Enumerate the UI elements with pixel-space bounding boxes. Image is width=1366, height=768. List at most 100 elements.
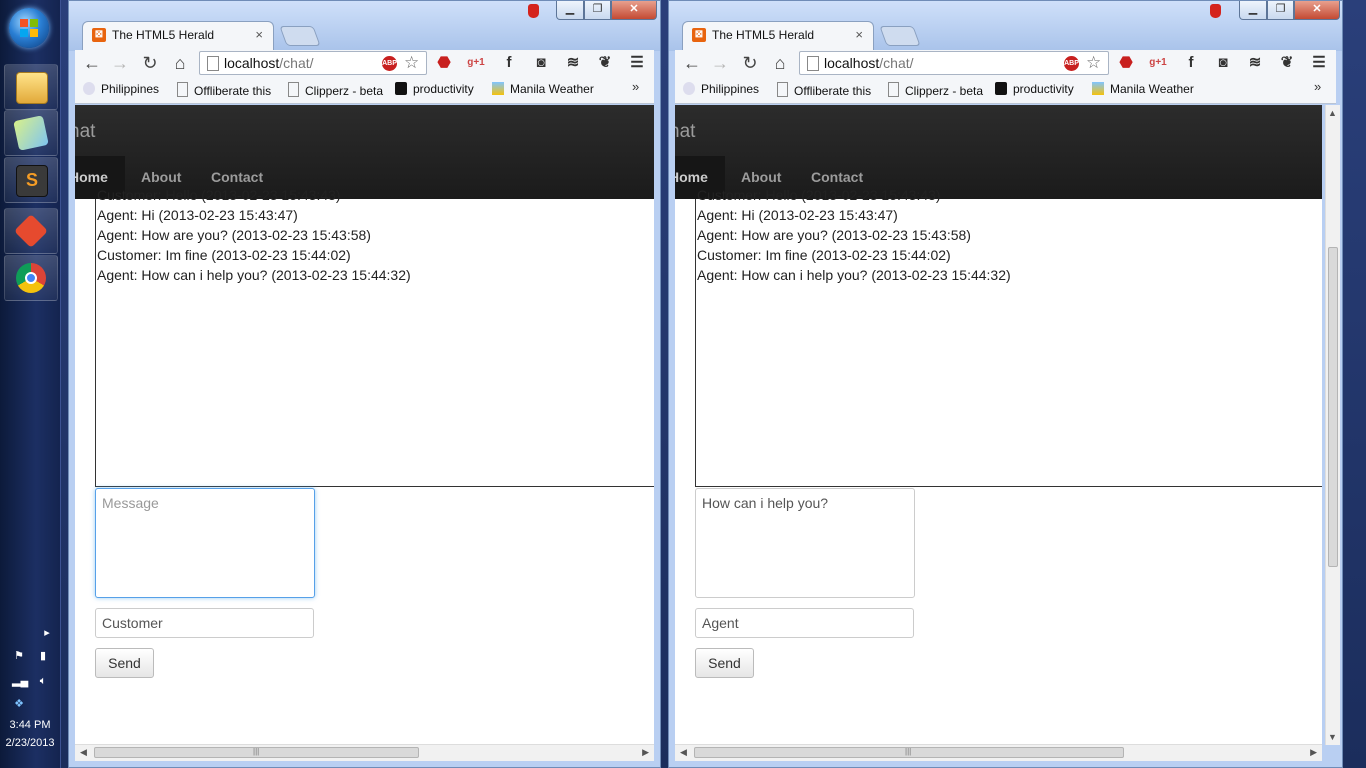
bookmark-manila-weather[interactable]: Manila Weather: [492, 82, 594, 96]
bookmark-productivity[interactable]: productivity: [995, 82, 1074, 96]
home-button[interactable]: ⌂: [169, 52, 191, 74]
back-button[interactable]: ←: [681, 52, 703, 74]
power-icon[interactable]: ▮: [36, 650, 50, 662]
web-page: hat Home About Contact Customer: Hello (…: [675, 105, 1322, 745]
bookmark-productivity[interactable]: productivity: [395, 82, 474, 96]
clock-time[interactable]: 3:44 PM: [0, 719, 60, 731]
scroll-left-icon[interactable]: ◀: [680, 747, 687, 758]
title-bar[interactable]: ▁ ❐ ✕ ⊠ The HTML5 Herald ×: [69, 1, 660, 51]
address-bar[interactable]: localhost/chat/ ABP ☆: [799, 51, 1109, 75]
chrome-menu-icon[interactable]: ☰: [1309, 53, 1329, 73]
bookmark-label: productivity: [413, 82, 474, 96]
dropbox-icon[interactable]: ❖: [12, 698, 26, 710]
title-bar[interactable]: ▁ ❐ ✕ ⊠ The HTML5 Herald ×: [669, 1, 1342, 51]
page-icon: [807, 56, 819, 71]
minimize-button[interactable]: ▁: [1239, 1, 1267, 20]
buffer-icon[interactable]: ≋: [1245, 53, 1265, 73]
chat-line: Agent: How can i help you? (2013-02-23 1…: [697, 267, 1011, 283]
close-window-button[interactable]: ✕: [1294, 1, 1340, 20]
horizontal-scrollbar[interactable]: ◀ ||| ▶: [675, 744, 1322, 761]
bookmark-manila-weather[interactable]: Manila Weather: [1092, 82, 1194, 96]
taskbar-google-chrome[interactable]: [4, 255, 58, 301]
new-tab-button[interactable]: [279, 26, 321, 46]
forward-button[interactable]: →: [709, 52, 731, 74]
reload-button[interactable]: ↻: [139, 52, 161, 74]
maximize-button[interactable]: ❐: [1267, 1, 1294, 20]
scrollbar-thumb[interactable]: [1328, 247, 1338, 567]
adblock-plus-icon[interactable]: ABP: [1064, 56, 1079, 71]
bookmark-philippines[interactable]: Philippines: [83, 82, 159, 96]
scroll-left-icon[interactable]: ◀: [80, 747, 87, 758]
stop-extension-icon[interactable]: ⬣: [434, 53, 454, 73]
tab-close-icon[interactable]: ×: [855, 27, 863, 42]
bookmark-offliberate[interactable]: Offliberate this: [177, 82, 271, 98]
bookmark-offliberate[interactable]: Offliberate this: [777, 82, 871, 98]
tab-the-html5-herald[interactable]: ⊠ The HTML5 Herald ×: [82, 21, 274, 51]
reload-button[interactable]: ↻: [739, 52, 761, 74]
google-plus-icon[interactable]: g+1: [1148, 53, 1168, 73]
bookmark-philippines[interactable]: Philippines: [683, 82, 759, 96]
brand[interactable]: hat: [75, 121, 95, 143]
start-button[interactable]: [9, 8, 49, 48]
bookmarks-overflow-icon[interactable]: »: [632, 79, 639, 94]
bookmark-label: Philippines: [701, 82, 760, 96]
clock-date[interactable]: 2/23/2013: [0, 737, 60, 749]
message-textarea[interactable]: [95, 488, 315, 598]
facebook-icon[interactable]: f: [499, 53, 519, 73]
scroll-right-icon[interactable]: ▶: [1310, 747, 1317, 758]
brand[interactable]: hat: [675, 121, 695, 143]
bookmarks-overflow-icon[interactable]: »: [1314, 79, 1321, 94]
chat-log[interactable]: Customer: Hello (2013-02-23 15:43:43) Ag…: [95, 187, 654, 487]
taskbar-sticky-notes[interactable]: [4, 110, 58, 156]
pocket-icon[interactable]: ◙: [531, 53, 551, 73]
scrollbar-thumb[interactable]: |||: [94, 747, 419, 758]
maximize-button[interactable]: ❐: [584, 1, 611, 20]
volume-icon[interactable]: 🔈︎: [36, 675, 50, 687]
evernote-icon[interactable]: ❦: [595, 53, 615, 73]
url-host: localhost: [824, 55, 880, 71]
buffer-icon[interactable]: ≋: [563, 53, 583, 73]
name-field[interactable]: [695, 608, 914, 638]
google-plus-icon[interactable]: g+1: [466, 53, 486, 73]
vertical-scrollbar[interactable]: ▲ ▼: [1325, 105, 1340, 745]
network-icon[interactable]: ▂▄: [12, 675, 28, 687]
minimize-button[interactable]: ▁: [556, 1, 584, 20]
scrollbar-thumb[interactable]: |||: [694, 747, 1124, 758]
tab-the-html5-herald[interactable]: ⊠ The HTML5 Herald ×: [682, 21, 874, 51]
bookmark-clipperz[interactable]: Clipperz - beta: [888, 82, 983, 98]
scroll-up-icon[interactable]: ▲: [1328, 108, 1337, 118]
tab-close-icon[interactable]: ×: [255, 27, 263, 42]
taskbar-git[interactable]: [4, 208, 58, 254]
new-tab-button[interactable]: [879, 26, 921, 46]
chat-log[interactable]: Customer: Hello (2013-02-23 15:43:43) Ag…: [695, 187, 1322, 487]
send-button[interactable]: Send: [95, 648, 154, 678]
taskbar-sublime-text[interactable]: S: [4, 157, 58, 203]
close-window-button[interactable]: ✕: [611, 1, 657, 20]
bookmark-star-icon[interactable]: ☆: [404, 53, 419, 73]
address-bar[interactable]: localhost/chat/ ABP ☆: [199, 51, 427, 75]
back-button[interactable]: ←: [81, 52, 103, 74]
bookmark-label: Clipperz - beta: [905, 84, 984, 98]
bookmark-star-icon[interactable]: ☆: [1086, 53, 1101, 73]
send-button[interactable]: Send: [695, 648, 754, 678]
info-icon: [395, 82, 407, 95]
forward-button[interactable]: →: [109, 52, 131, 74]
name-field[interactable]: [95, 608, 314, 638]
evernote-icon[interactable]: ❦: [1277, 53, 1297, 73]
taskbar-windows-explorer[interactable]: [4, 64, 58, 110]
show-hidden-icons-icon[interactable]: ▸: [40, 627, 54, 639]
weather-icon: [492, 82, 504, 95]
facebook-icon[interactable]: f: [1181, 53, 1201, 73]
scroll-down-icon[interactable]: ▼: [1328, 732, 1337, 742]
chrome-menu-icon[interactable]: ☰: [627, 53, 647, 73]
extension-badge-icon: [1210, 4, 1221, 18]
scroll-right-icon[interactable]: ▶: [642, 747, 649, 758]
pocket-icon[interactable]: ◙: [1213, 53, 1233, 73]
adblock-plus-icon[interactable]: ABP: [382, 56, 397, 71]
home-button[interactable]: ⌂: [769, 52, 791, 74]
action-center-flag-icon[interactable]: ⚑: [12, 650, 26, 662]
message-textarea[interactable]: How can i help you?: [695, 488, 915, 598]
bookmark-clipperz[interactable]: Clipperz - beta: [288, 82, 383, 98]
stop-extension-icon[interactable]: ⬣: [1116, 53, 1136, 73]
horizontal-scrollbar[interactable]: ◀ ||| ▶: [75, 744, 654, 761]
